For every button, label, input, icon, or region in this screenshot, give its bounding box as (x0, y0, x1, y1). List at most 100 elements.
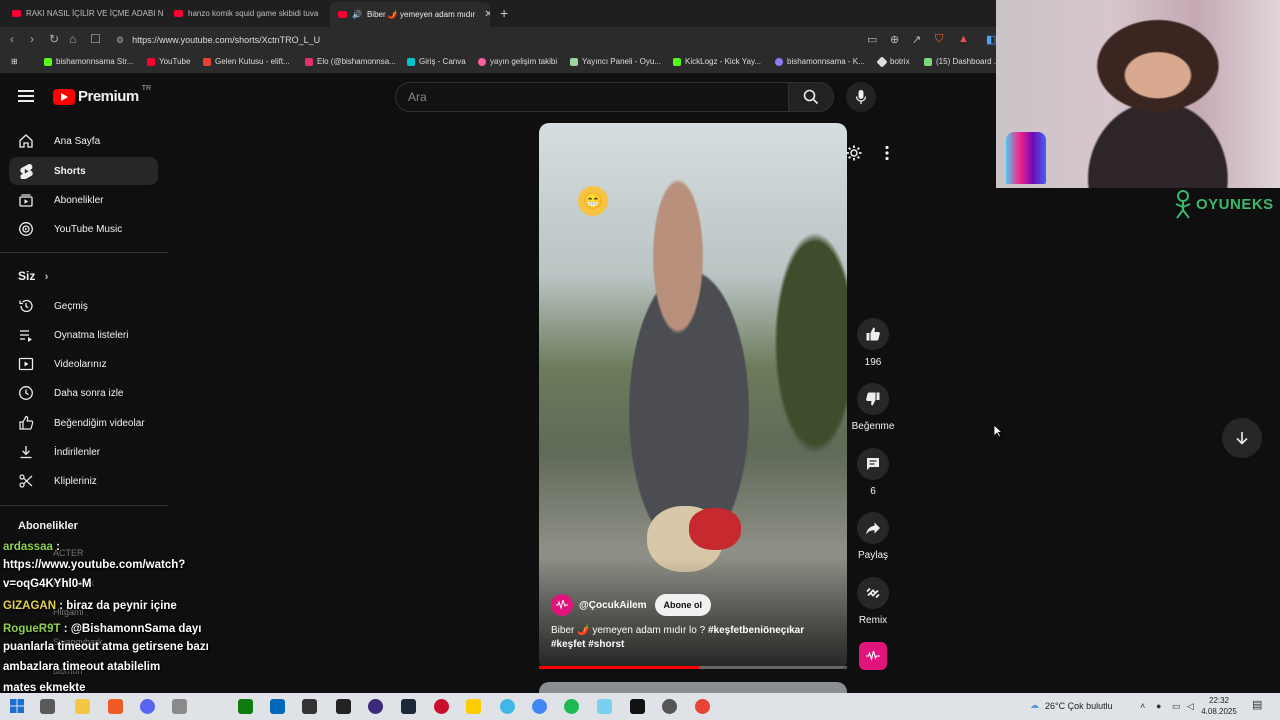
channel-name[interactable]: @ÇocukAilem (579, 600, 647, 611)
music-icon (18, 221, 34, 237)
new-tab-button[interactable]: + (500, 5, 508, 21)
store-icon[interactable] (270, 699, 285, 714)
tab-close-icon[interactable]: ✕ (484, 9, 490, 20)
settings-icon[interactable] (845, 144, 863, 167)
bookmark-item[interactable]: YouTube (147, 57, 190, 66)
sidebar-item-liked-videos[interactable]: Beğendiğim videolar (9, 409, 158, 437)
history-icon (18, 298, 34, 314)
bookmark-item[interactable]: Yayıncı Paneli - Oyu... (570, 57, 661, 66)
app-icon[interactable] (500, 699, 515, 714)
sidebar-item-youtube-music[interactable]: YouTube Music (9, 215, 158, 243)
hamburger-menu-icon[interactable] (18, 90, 34, 102)
reload-icon[interactable]: ↻ (49, 32, 59, 46)
original-sound-button[interactable] (859, 642, 887, 670)
bookmark-item[interactable]: Gelen Kutusu - elift... (203, 57, 290, 66)
sidebar-item-playlists[interactable]: Oynatma listeleri (9, 321, 158, 349)
home-icon[interactable]: ⌂ (69, 32, 76, 46)
app-icon[interactable] (597, 699, 612, 714)
more-options-icon[interactable] (880, 144, 894, 167)
brave-browser-icon[interactable] (108, 699, 123, 714)
subscribe-button[interactable]: Abone ol (654, 594, 712, 616)
url-field[interactable]: ⚙ https://www.youtube.com/shorts/XctnTRO_… (116, 31, 320, 49)
bookmark-item[interactable]: bishamonnsama - K... (775, 57, 865, 66)
back-icon[interactable]: ‹ (10, 32, 14, 46)
bookmark-item[interactable]: yayın gelişim takibi (478, 57, 557, 66)
app-icon[interactable] (466, 699, 481, 714)
sidebar-item-subscriptions[interactable]: Abonelikler (9, 186, 158, 214)
like-button[interactable] (857, 318, 889, 350)
discord-icon[interactable] (140, 699, 155, 714)
forward-icon[interactable]: › (30, 32, 34, 46)
chrome-icon[interactable] (695, 699, 710, 714)
microphone-icon[interactable]: ● (1156, 701, 1161, 711)
sidebar-toggle-icon[interactable]: ◧ (986, 33, 996, 46)
chat-message: ambazlara timeout atabilelim (3, 661, 160, 673)
sidebar-item-home[interactable]: Ana Sayfa (9, 127, 158, 155)
brave-rewards-icon[interactable]: ▲ (958, 33, 969, 45)
youtube-favicon-icon (12, 10, 21, 17)
channel-avatar[interactable] (551, 594, 573, 616)
windows-start-icon[interactable] (10, 699, 25, 714)
volume-icon[interactable]: ◁ (1187, 701, 1194, 712)
cast-icon[interactable]: ▭ (867, 33, 877, 46)
app-icon[interactable] (172, 699, 187, 714)
search-input[interactable] (396, 83, 788, 111)
sidebar-item-watch-later[interactable]: Daha sonra izle (9, 379, 158, 407)
sidebar-item-your-videos[interactable]: Videolarınız (9, 350, 158, 378)
browser-tab[interactable]: RAKI NASIL İÇİLİR VE İÇME ADABI NE (4, 4, 164, 23)
weather-widget[interactable]: ☁ 26°C Çok bulutlu (1030, 700, 1113, 711)
zoom-icon[interactable]: ⊕ (890, 33, 899, 46)
steam-icon[interactable] (401, 699, 416, 714)
chrome-icon[interactable] (532, 699, 547, 714)
tab-title: Biber 🌶️ yemeyen adam mıdır (366, 10, 476, 19)
sidebar-item-downloads[interactable]: İndirilenler (9, 438, 158, 466)
obs-icon[interactable] (368, 699, 383, 714)
chevron-up-icon[interactable]: ˄ (1140, 701, 1145, 711)
dislike-button[interactable] (857, 383, 889, 415)
share-button[interactable] (857, 512, 889, 544)
network-icon[interactable]: ▭ (1172, 701, 1181, 712)
sidebar-you-heading[interactable]: Siz › (18, 269, 48, 283)
chat-username: GIZAGAN (3, 600, 57, 612)
next-short-button[interactable] (1222, 418, 1262, 458)
notion-icon[interactable] (630, 699, 645, 714)
sidebar-item-history[interactable]: Geçmiş (9, 292, 158, 320)
sidebar-item-clips[interactable]: Klipleriniz (9, 467, 158, 495)
app-icon[interactable] (434, 699, 449, 714)
browser-tab-active[interactable]: 🔊 Biber 🌶️ yemeyen adam mıdır ✕ (330, 2, 490, 27)
chat-text: ambazlara timeout atabilelim (3, 661, 161, 673)
bookmarks-bar: ⊞ bishamonnsama Str... YouTube Gelen Kut… (0, 53, 1000, 74)
xbox-icon[interactable] (238, 699, 253, 714)
remix-button[interactable] (857, 577, 889, 609)
bookmark-label: bishamonnsama - K... (787, 57, 865, 66)
comments-button[interactable] (857, 448, 889, 480)
share-icon[interactable]: ↗ (912, 33, 921, 46)
epic-games-icon[interactable] (336, 699, 351, 714)
voice-search-button[interactable] (846, 82, 876, 112)
bookmark-item[interactable]: (15) Dashboard ... (924, 57, 1000, 66)
sidebar-item-shorts[interactable]: Shorts (9, 157, 158, 185)
search-button[interactable] (788, 82, 834, 112)
bookmark-item[interactable]: bishamonnsama Str... (44, 57, 133, 66)
spotify-icon[interactable] (564, 699, 579, 714)
bookmark-item[interactable]: Giriş - Canva (407, 57, 466, 66)
sidebar-item-label: Ana Sayfa (54, 135, 101, 147)
file-explorer-icon[interactable] (75, 699, 90, 714)
system-clock[interactable]: 22:32 4.08.2025 (1200, 695, 1238, 717)
browser-tab-strip: RAKI NASIL İÇİLİR VE İÇME ADABI NE hanzo… (0, 0, 996, 27)
notifications-icon[interactable]: ▤ (1252, 698, 1262, 711)
browser-tab[interactable]: hanzo komik squid game skibidi tuva (166, 4, 326, 23)
apps-icon[interactable]: ⊞ (11, 57, 18, 66)
brave-shield-icon[interactable]: ⛉ (935, 33, 943, 46)
bookmark-item[interactable]: Elo (@bishamonnsa... (305, 57, 396, 66)
game-icon[interactable] (302, 699, 317, 714)
bookmark-item[interactable]: KickLogz - Kick Yay... (673, 57, 761, 66)
bookmark-icon[interactable]: ☐ (90, 32, 101, 46)
youtube-premium-logo[interactable]: Premium TR (53, 85, 151, 105)
site-info-icon: ⚙ (116, 35, 125, 45)
video-progress-bar[interactable] (539, 666, 847, 669)
app-icon[interactable] (662, 699, 677, 714)
chat-message: GIZAGAN : biraz da peynir içine (3, 600, 177, 612)
bookmark-item[interactable]: botrix (876, 55, 910, 68)
task-view-icon[interactable] (40, 699, 55, 714)
